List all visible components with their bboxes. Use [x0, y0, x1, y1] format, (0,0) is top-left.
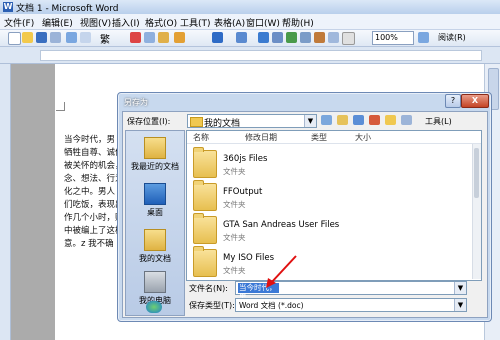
- annotation-arrow-layer: [266, 255, 297, 288]
- annotation-arrow-icon: [269, 255, 297, 285]
